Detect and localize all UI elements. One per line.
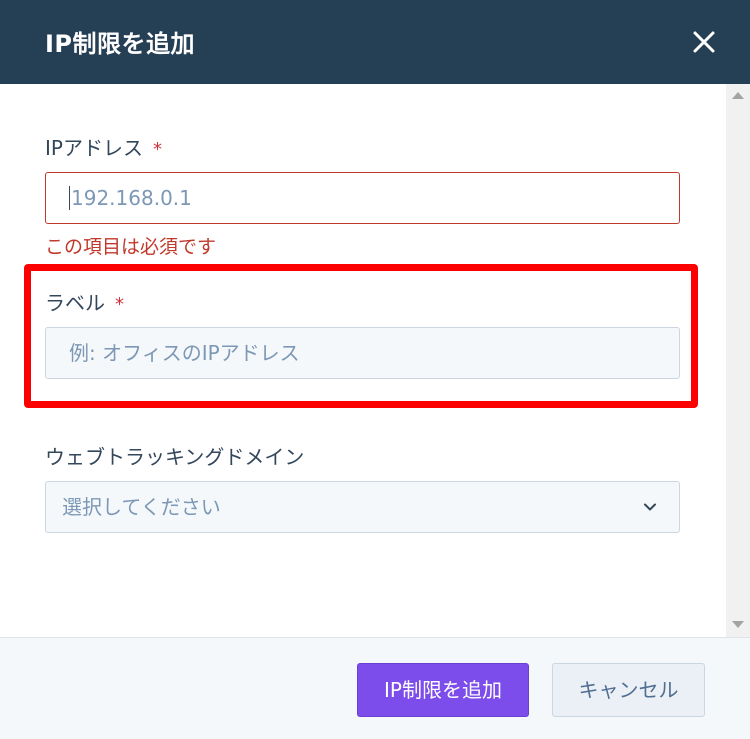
- tracking-domain-select[interactable]: 選択してください: [45, 481, 680, 533]
- ip-address-label-text: IPアドレス: [45, 136, 143, 160]
- close-button[interactable]: [690, 28, 718, 56]
- tracking-domain-label: ウェブトラッキングドメイン: [45, 445, 305, 469]
- label-field-label-text: ラベル: [45, 291, 105, 315]
- text-cursor: [69, 185, 70, 210]
- scrollbar[interactable]: [726, 84, 750, 637]
- label-input-placeholder: 例: オフィスのIPアドレス: [69, 341, 300, 365]
- required-mark: *: [152, 139, 162, 160]
- tracking-domain-placeholder: 選択してください: [62, 495, 221, 519]
- ip-address-placeholder: 192.168.0.1: [71, 186, 192, 210]
- scroll-down-arrow-icon[interactable]: [732, 621, 744, 628]
- label-field-label: ラベル *: [45, 287, 124, 316]
- label-input[interactable]: 例: オフィスのIPアドレス: [45, 327, 680, 379]
- ip-address-label: IPアドレス *: [45, 132, 162, 161]
- ip-address-input[interactable]: 192.168.0.1: [45, 172, 680, 224]
- dialog-header: IP制限を追加: [0, 0, 750, 84]
- dialog-footer: IP制限を追加 キャンセル: [0, 637, 750, 739]
- scroll-up-arrow-icon[interactable]: [732, 92, 744, 99]
- dialog-title: IP制限を追加: [45, 30, 196, 58]
- chevron-down-icon: [644, 503, 656, 511]
- close-icon: [693, 31, 715, 53]
- required-mark: *: [115, 294, 124, 315]
- cancel-button[interactable]: キャンセル: [552, 663, 705, 717]
- add-ip-restriction-dialog: IP制限を追加 IPアドレス * 192.168.0.1 この項目は必須です ラベ…: [0, 0, 750, 739]
- add-ip-restriction-button[interactable]: IP制限を追加: [357, 663, 529, 717]
- ip-address-error-message: この項目は必須です: [45, 236, 217, 258]
